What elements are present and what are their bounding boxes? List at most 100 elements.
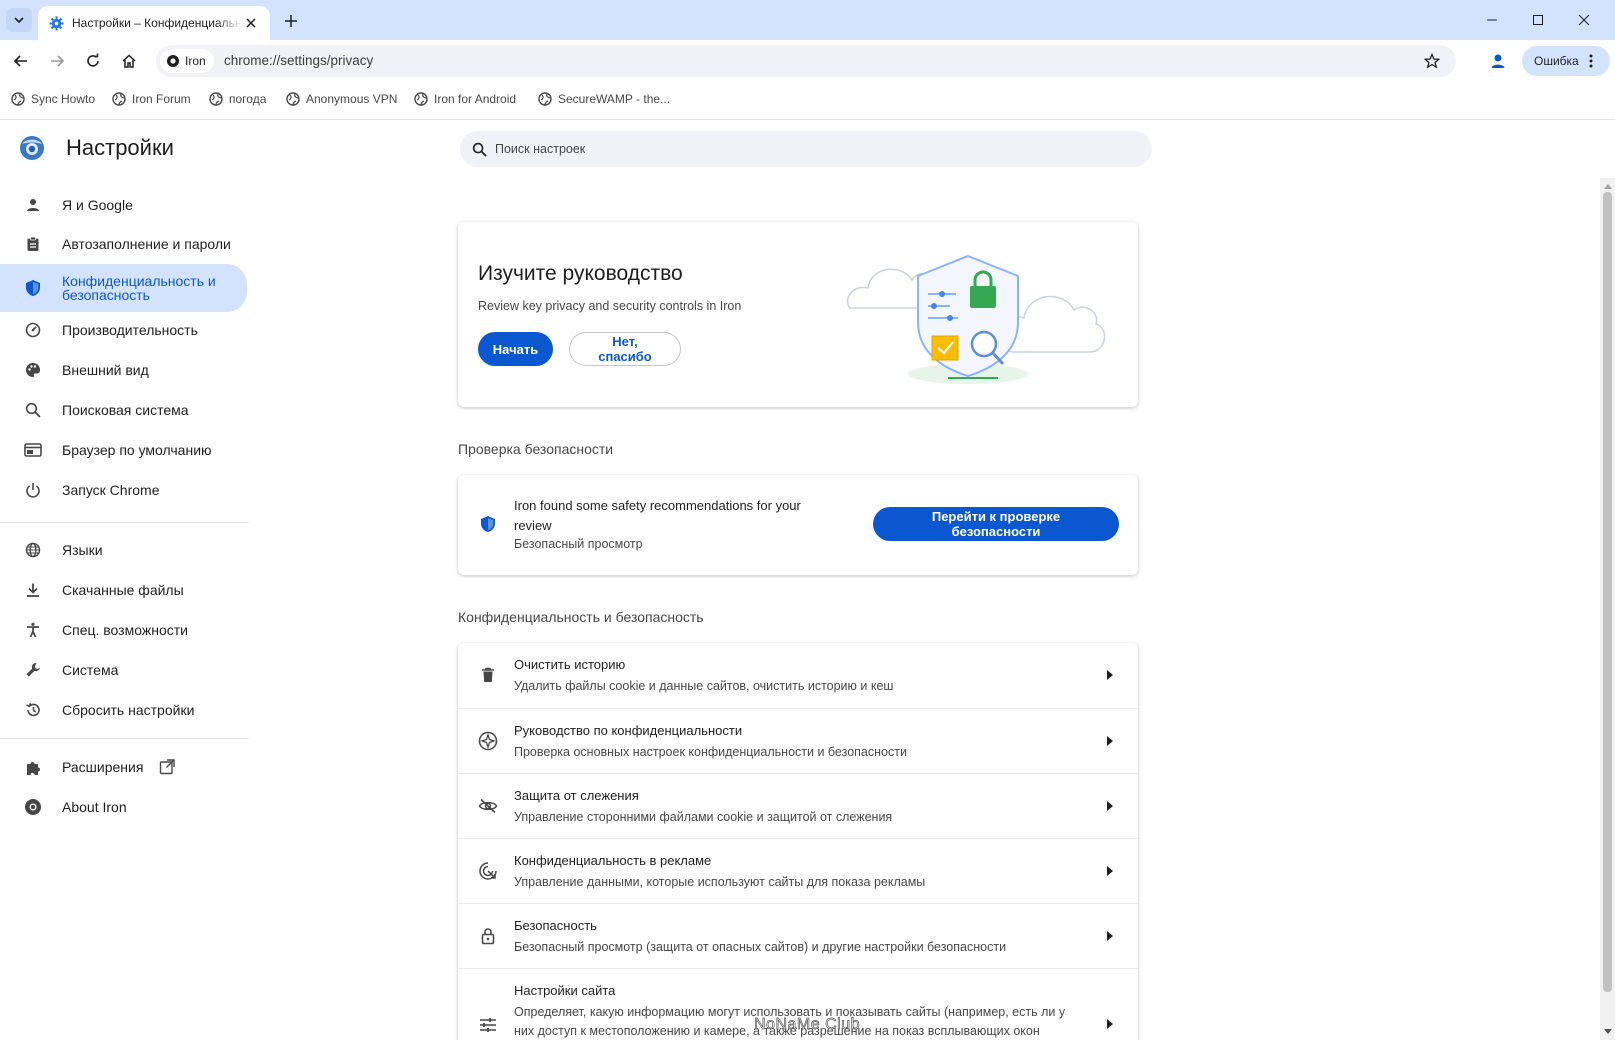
sidebar-item-autofill[interactable]: Автозаполнение и пароли: [0, 224, 247, 264]
privacy-settings-card: Очистить историю Удалить файлы cookie и …: [458, 643, 1138, 1040]
back-button[interactable]: [8, 48, 34, 74]
sidebar-item-downloads[interactable]: Скачанные файлы: [0, 570, 247, 610]
wrench-icon: [24, 661, 42, 679]
profile-button[interactable]: [1485, 48, 1511, 74]
search-input[interactable]: [495, 142, 1095, 156]
sidebar-item-reset[interactable]: Сбросить настройки: [0, 690, 247, 730]
sidebar-item-extensions[interactable]: Расширения: [0, 747, 247, 787]
globe-icon: [11, 92, 25, 106]
gear-icon: [48, 15, 64, 31]
home-button[interactable]: [116, 48, 142, 74]
forward-button[interactable]: [44, 48, 70, 74]
scroll-down-arrow[interactable]: [1602, 1026, 1613, 1036]
bookmark-item[interactable]: Anonymous VPN: [286, 92, 397, 106]
site-info-chip[interactable]: Iron: [160, 49, 214, 73]
bookmark-item[interactable]: Iron for Android: [414, 92, 516, 106]
power-icon: [24, 481, 42, 499]
row-subtitle: Управление данными, которые используют с…: [514, 875, 926, 889]
reload-button[interactable]: [80, 48, 106, 74]
arrow-left-icon: [13, 55, 27, 67]
new-tab-button[interactable]: [280, 10, 302, 32]
tab-strip: Настройки – Конфиденциальность и безопас…: [0, 0, 1615, 40]
no-thanks-button[interactable]: Нет, спасибо: [569, 332, 681, 366]
privacy-section-heading: Конфиденциальность и безопасность: [458, 609, 704, 625]
sidebar-item-search-engine[interactable]: Поисковая система: [0, 390, 247, 430]
url-text[interactable]: chrome://settings/privacy: [224, 53, 373, 68]
row-subtitle: Проверка основных настроек конфиденциаль…: [514, 745, 907, 759]
palette-icon: [24, 361, 42, 379]
guide-title: Изучите руководство: [478, 262, 683, 285]
browser-window-icon: [24, 441, 42, 459]
guide-subtitle: Review key privacy and security controls…: [478, 299, 742, 313]
sidebar-item-on-startup[interactable]: Запуск Chrome: [0, 470, 247, 510]
sidebar-item-appearance[interactable]: Внешний вид: [0, 350, 247, 390]
row-title: Защита от слежения: [514, 788, 639, 803]
settings-header: Настройки: [18, 134, 174, 162]
compass-icon: [478, 731, 498, 751]
sidebar-item-system[interactable]: Система: [0, 650, 247, 690]
sidebar-item-privacy[interactable]: Конфиденциальность и безопасность: [0, 264, 247, 312]
row-subtitle: Управление сторонними файлами cookie и з…: [514, 810, 893, 824]
bookmark-item[interactable]: Iron Forum: [112, 92, 191, 106]
globe-icon: [538, 92, 552, 106]
search-icon: [472, 142, 487, 157]
shield-icon: [24, 279, 42, 297]
puzzle-icon: [24, 758, 42, 776]
sync-error-button[interactable]: Ошибка: [1522, 46, 1610, 76]
sidebar-item-languages[interactable]: Языки: [0, 530, 247, 570]
watermark: NoNaMe Club: [754, 1016, 860, 1034]
go-to-safety-check-button[interactable]: Перейти к проверке безопасности: [873, 507, 1119, 541]
arrow-right-icon: [51, 55, 65, 67]
ad-privacy-row[interactable]: Конфиденциальность в рекламе Управление …: [458, 838, 1138, 903]
home-icon: [122, 54, 136, 68]
eye-off-icon: [478, 796, 498, 816]
tracking-protection-row[interactable]: Защита от слежения Управление сторонними…: [458, 773, 1138, 838]
iron-logo-icon: [24, 798, 42, 816]
tab-title: Настройки – Конфиденциальность и безопас…: [72, 16, 242, 30]
bookmark-item[interactable]: SecureWAMP - the...: [538, 92, 670, 106]
close-tab-icon[interactable]: [242, 14, 260, 32]
globe-icon: [414, 92, 428, 106]
security-row[interactable]: Безопасность Безопасный просмотр (защита…: [458, 903, 1138, 968]
close-window-button[interactable]: [1570, 6, 1598, 34]
error-label: Ошибка: [1534, 54, 1579, 68]
row-title: Безопасность: [514, 918, 597, 933]
globe-icon: [112, 92, 126, 106]
sidebar-item-accessibility[interactable]: Спец. возможности: [0, 610, 247, 650]
active-tab[interactable]: Настройки – Конфиденциальность и безопас…: [38, 6, 270, 40]
lock-icon: [478, 926, 498, 946]
bookmark-item[interactable]: погода: [209, 92, 266, 106]
bookmark-star-button[interactable]: [1420, 49, 1444, 73]
settings-search[interactable]: [460, 131, 1152, 167]
sidebar-item-default-browser[interactable]: Браузер по умолчанию: [0, 430, 247, 470]
clear-history-row[interactable]: Очистить историю Удалить файлы cookie и …: [458, 643, 1138, 708]
trash-icon: [478, 665, 498, 685]
caret-right-icon: [1104, 668, 1116, 682]
accessibility-icon: [24, 621, 42, 639]
maximize-icon: [1533, 15, 1543, 25]
bookmark-item[interactable]: Sync Howto: [11, 92, 95, 106]
sidebar-item-you-and-google[interactable]: Я и Google: [0, 185, 247, 225]
privacy-guide-illustration: [846, 254, 1106, 384]
shield-icon: [480, 515, 496, 533]
row-subtitle: Удалить файлы cookie и данные сайтов, оч…: [514, 679, 894, 693]
tab-search-button[interactable]: [6, 8, 32, 32]
maximize-button[interactable]: [1524, 6, 1552, 34]
scroll-up-arrow[interactable]: [1602, 181, 1613, 191]
star-icon: [1424, 53, 1440, 69]
sidebar-item-performance[interactable]: Производительность: [0, 310, 247, 350]
address-bar[interactable]: Iron chrome://settings/privacy: [156, 45, 1456, 77]
ad-privacy-icon: [478, 861, 498, 881]
nav-divider: [0, 522, 249, 523]
minimize-button[interactable]: [1478, 6, 1506, 34]
scrollbar-thumb[interactable]: [1603, 192, 1612, 992]
kebab-menu-icon: [1589, 54, 1593, 68]
close-icon: [1578, 14, 1590, 26]
search-icon: [24, 401, 42, 419]
privacy-guide-row[interactable]: Руководство по конфиденциальности Провер…: [458, 708, 1138, 773]
sliders-icon: [478, 1015, 498, 1035]
start-guide-button[interactable]: Начать: [478, 332, 553, 366]
page-title: Настройки: [66, 135, 174, 160]
clipboard-icon: [24, 235, 42, 253]
sidebar-item-about[interactable]: About Iron: [0, 787, 247, 827]
